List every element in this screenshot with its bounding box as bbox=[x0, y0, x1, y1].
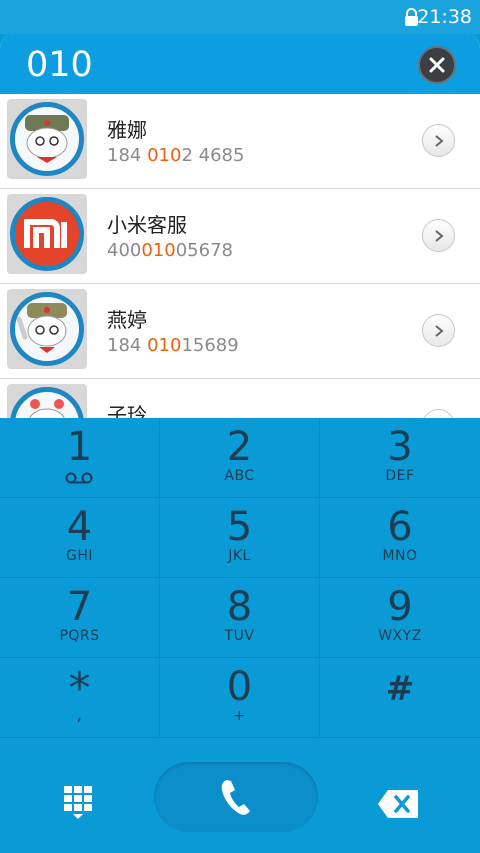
key-digit: 5 bbox=[226, 504, 253, 550]
key-8[interactable]: 8 TUV bbox=[160, 578, 320, 658]
contact-details-button[interactable] bbox=[422, 314, 455, 347]
key-letters: + bbox=[233, 708, 246, 724]
key-letters: MNO bbox=[382, 548, 418, 564]
contact-number: 184 01015689 bbox=[107, 335, 239, 356]
status-time: 21:38 bbox=[417, 6, 472, 28]
key-digit: 2 bbox=[226, 424, 253, 470]
mascot-avatar-icon bbox=[16, 303, 67, 353]
voicemail-icon bbox=[65, 472, 93, 484]
call-button[interactable] bbox=[154, 762, 318, 832]
key-letters: TUV bbox=[224, 628, 255, 644]
avatar bbox=[7, 384, 87, 418]
mi-logo-icon bbox=[15, 202, 79, 266]
backspace-icon[interactable] bbox=[376, 788, 420, 820]
key-digit: 9 bbox=[387, 584, 413, 630]
chevron-right-icon bbox=[434, 324, 444, 337]
key-letters: PQRS bbox=[59, 628, 100, 644]
mascot-avatar-icon bbox=[25, 115, 69, 163]
key-letters: GHI bbox=[65, 548, 93, 564]
dialer-action-bar bbox=[0, 740, 480, 853]
key-5[interactable]: 5 JKL bbox=[160, 498, 320, 578]
contact-name: 小米客服 bbox=[107, 213, 187, 237]
contact-row[interactable]: 子玲 bbox=[0, 379, 480, 418]
key-0[interactable]: 0 + bbox=[160, 658, 320, 738]
contact-name: 雅娜 bbox=[107, 118, 147, 142]
key-letters: DEF bbox=[385, 468, 415, 484]
key-2[interactable]: 2 ABC bbox=[160, 418, 320, 498]
key-6[interactable]: 6 MNO bbox=[320, 498, 480, 578]
key-star[interactable]: * , bbox=[0, 658, 160, 738]
clear-button[interactable] bbox=[418, 46, 456, 84]
avatar bbox=[7, 194, 87, 274]
key-digit: 7 bbox=[66, 584, 93, 630]
phone-icon bbox=[221, 780, 250, 815]
key-7[interactable]: 7 PQRS bbox=[0, 578, 160, 658]
contact-number: 184 0102 4685 bbox=[107, 145, 245, 166]
chevron-right-icon bbox=[434, 134, 444, 147]
contact-row[interactable]: 燕婷 184 01015689 bbox=[0, 284, 480, 379]
key-digit: 3 bbox=[387, 424, 413, 470]
contact-name: 子玲 bbox=[107, 403, 147, 418]
key-letters: , bbox=[76, 704, 83, 725]
key-digit: 4 bbox=[66, 504, 93, 550]
close-icon bbox=[429, 57, 445, 73]
dialpad-grid-icon[interactable] bbox=[60, 782, 96, 822]
key-digit: 6 bbox=[387, 504, 413, 550]
chevron-right-icon bbox=[434, 229, 444, 242]
key-digit: # bbox=[385, 669, 415, 709]
key-4[interactable]: 4 GHI bbox=[0, 498, 160, 578]
contact-details-button[interactable] bbox=[422, 219, 455, 252]
contact-search-results: 雅娜 184 0102 4685 小米客服 40001005678 燕婷 184… bbox=[0, 94, 480, 418]
dialed-number[interactable]: 010 bbox=[26, 45, 93, 85]
dialed-number-bar: 010 bbox=[0, 34, 480, 94]
key-digit: 8 bbox=[226, 584, 253, 630]
avatar bbox=[7, 99, 87, 179]
mascot-avatar-icon bbox=[29, 399, 65, 418]
contact-row[interactable]: 小米客服 40001005678 bbox=[0, 189, 480, 284]
key-letters: JKL bbox=[228, 548, 251, 564]
key-digit: 0 bbox=[226, 664, 253, 710]
key-9[interactable]: 9 WXYZ bbox=[320, 578, 480, 658]
contact-details-button[interactable] bbox=[422, 409, 455, 418]
key-3[interactable]: 3 DEF bbox=[320, 418, 480, 498]
avatar bbox=[7, 289, 87, 369]
contact-row[interactable]: 雅娜 184 0102 4685 bbox=[0, 94, 480, 189]
key-hash[interactable]: # bbox=[320, 658, 480, 738]
key-digit: 1 bbox=[66, 424, 93, 470]
status-bar: 21:38 bbox=[0, 0, 480, 34]
contact-name: 燕婷 bbox=[107, 308, 147, 332]
contact-number: 40001005678 bbox=[107, 240, 233, 261]
key-letters: WXYZ bbox=[378, 628, 422, 644]
key-1[interactable]: 1 bbox=[0, 418, 160, 498]
key-letters: ABC bbox=[224, 468, 255, 484]
dialpad: 1 2 ABC 3 DEF 4 GHI 5 JKL 6 MNO 7 PQRS 8… bbox=[0, 418, 480, 740]
contact-details-button[interactable] bbox=[422, 124, 455, 157]
